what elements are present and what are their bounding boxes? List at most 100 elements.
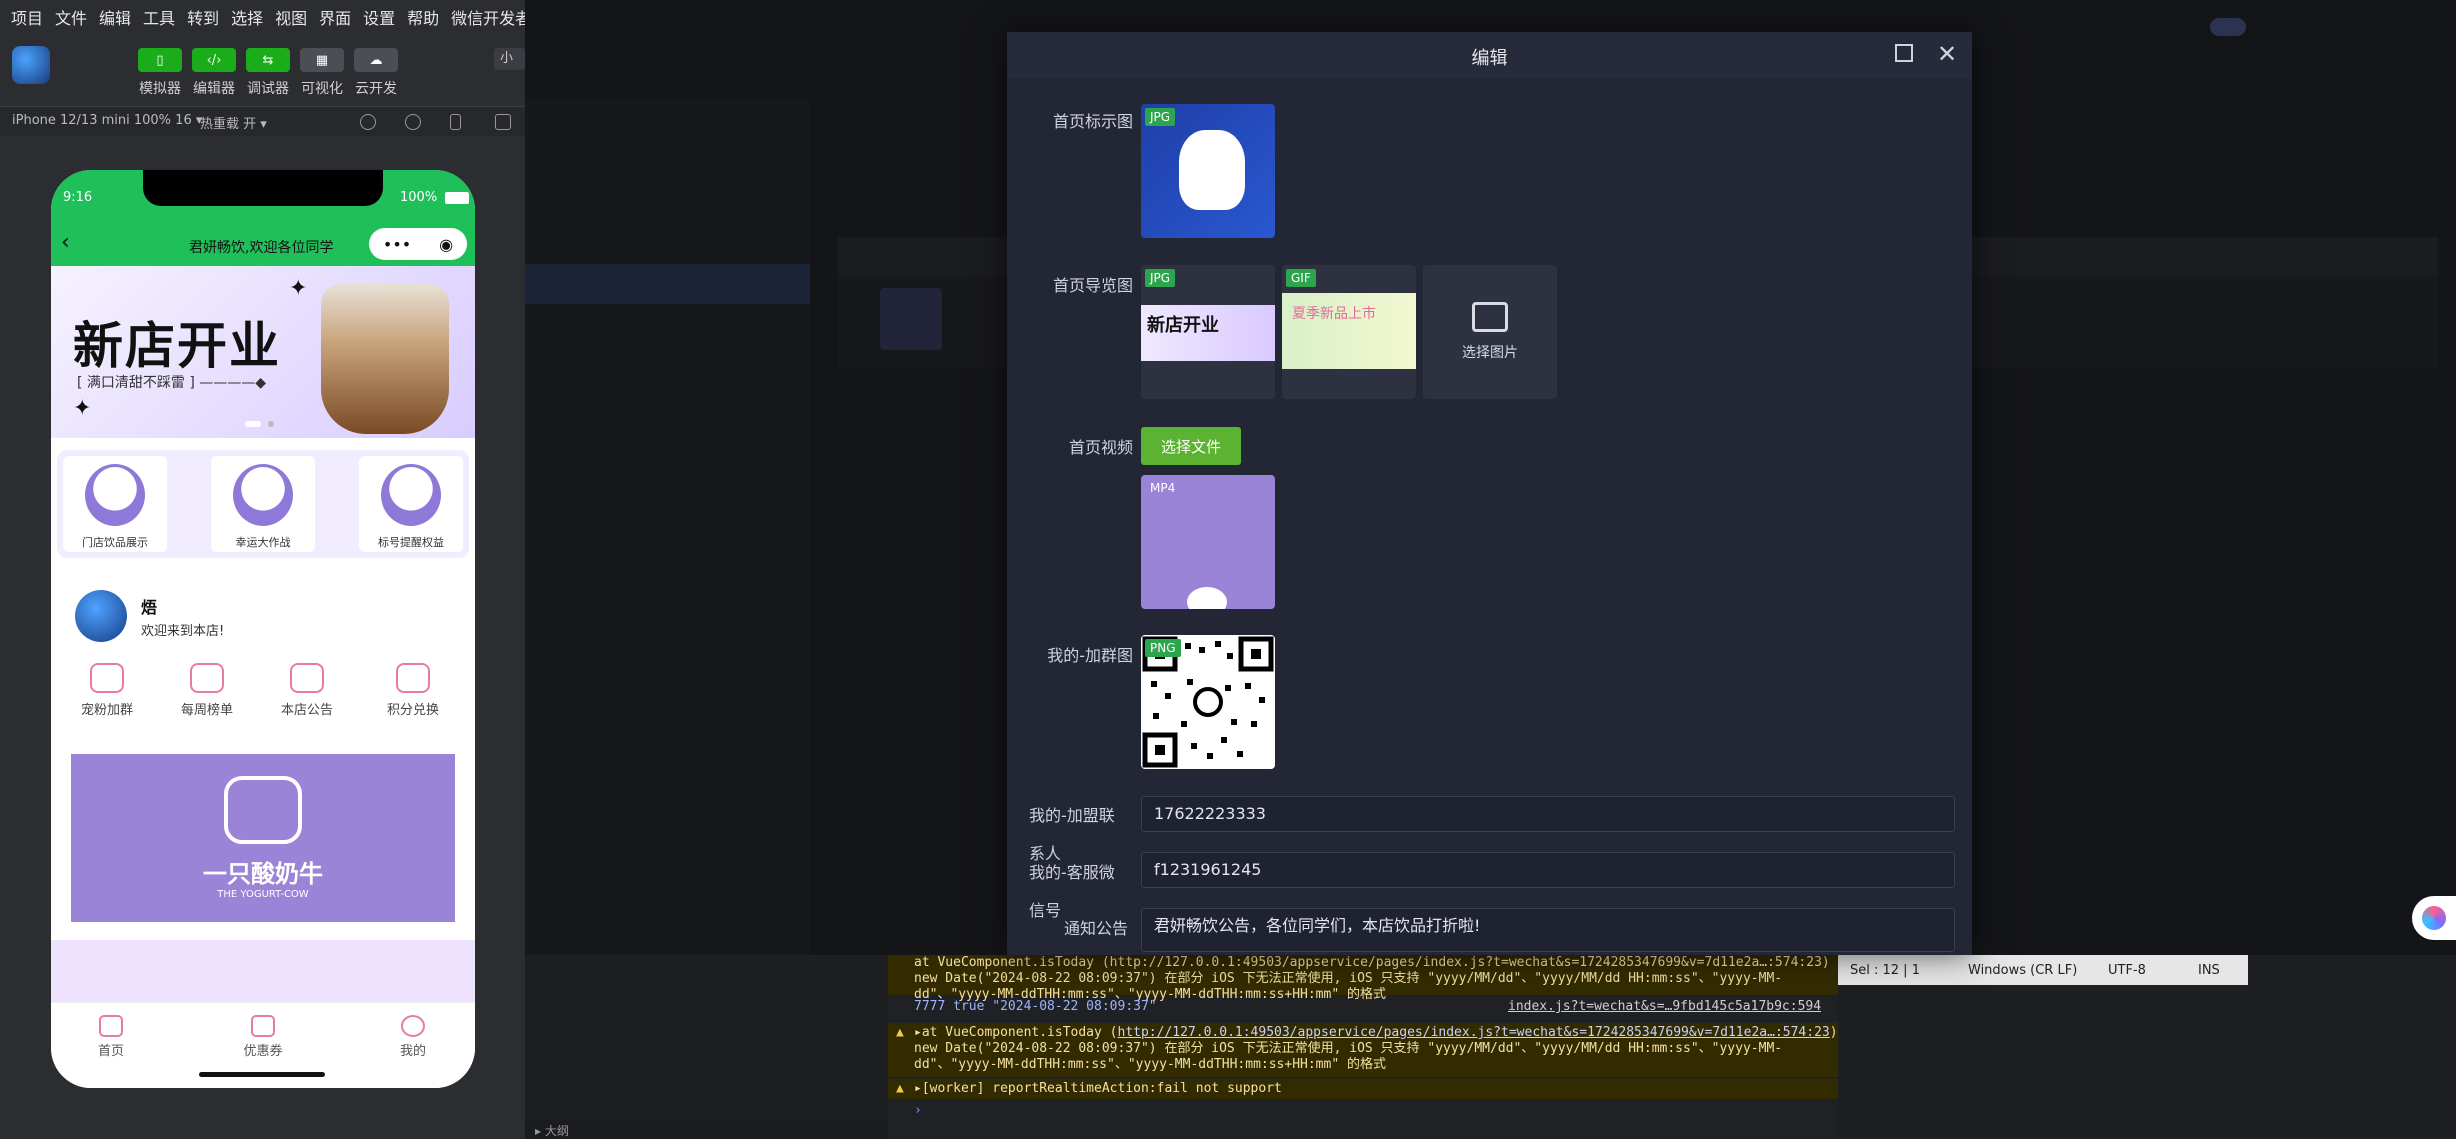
popout-icon[interactable] <box>495 114 511 130</box>
user-icon <box>401 1015 425 1037</box>
grid-item-ranking[interactable]: 每周榜单 <box>167 663 247 718</box>
notice-textarea[interactable]: 君妍畅饮公告，各位同学们，本店饮品打折啦! <box>1141 908 1955 952</box>
refresh-icon[interactable] <box>360 114 376 130</box>
back-icon[interactable]: ‹ <box>61 230 70 255</box>
choose-file-button[interactable]: 选择文件 <box>1141 427 1241 465</box>
field-label: 我的-加盟联 <box>1029 806 1115 825</box>
video-preview[interactable]: MP4 <box>1141 475 1275 609</box>
carousel-image[interactable]: 新店开业 JPG <box>1141 265 1275 399</box>
home-icon <box>99 1015 123 1037</box>
file-type-badge: GIF <box>1286 269 1316 287</box>
carousel-dots <box>245 421 274 427</box>
grid-item-points[interactable]: 积分兑换 <box>373 663 453 718</box>
line-ending[interactable]: Windows (CR LF) <box>1968 963 2077 978</box>
console-text: new Date("2024-08-22 08:09:37") 在部分 iOS … <box>914 971 1783 986</box>
menu-edit[interactable]: 编辑 <box>96 5 134 29</box>
menu-select[interactable]: 选择 <box>228 5 266 29</box>
insert-mode[interactable]: INS <box>2198 963 2220 978</box>
carousel-image[interactable]: 夏季新品上市 GIF <box>1282 265 1416 399</box>
admin-table-thumbnail <box>880 288 942 350</box>
battery-icon <box>445 192 469 204</box>
menu-tools[interactable]: 工具 <box>140 5 178 29</box>
tab-label: 我的 <box>399 1044 426 1059</box>
image-icon <box>1472 302 1508 332</box>
tab-mine[interactable]: 我的 <box>373 1015 453 1059</box>
menu-file[interactable]: 文件 <box>52 5 90 29</box>
capsule-menu[interactable]: ••• ◉ <box>369 228 467 260</box>
assistant-float-button[interactable] <box>2412 896 2456 940</box>
carousel-image-text: 夏季新品上市 <box>1282 293 1416 369</box>
menu-view[interactable]: 视图 <box>272 5 310 29</box>
outline-toggle[interactable]: ▸ 大纲 <box>535 1122 569 1139</box>
field-label: 首页导览图 <box>1052 276 1133 295</box>
console-text: dd"、"yyyy-MM-ddTHH:mm:ss"、"yyyy-MM-ddTHH… <box>914 1057 1386 1072</box>
user-add-icon <box>90 663 124 693</box>
console-source-link[interactable]: index.js?t=wechat&s=…9fbd145c5a17b9c:594 <box>1508 999 1821 1015</box>
cursor-position[interactable]: Sel : 12 | 1 <box>1850 963 1920 978</box>
cow-mascot-image <box>1179 130 1245 210</box>
more-icon[interactable]: ••• <box>383 235 411 254</box>
tab-home[interactable]: 首页 <box>71 1015 151 1059</box>
console-panel: at VueComponent.isToday (http://127.0.0.… <box>888 955 1838 1139</box>
service-wechat-input[interactable]: f1231961245 <box>1141 852 1955 888</box>
grid-item-notice[interactable]: 本店公告 <box>267 663 347 718</box>
hot-reload-select[interactable]: 热重载 开 ▾ <box>200 113 267 132</box>
visual-icon: ▦ <box>300 48 344 72</box>
grid-label: 积分兑换 <box>386 703 439 718</box>
cow-mascot-image <box>85 464 145 526</box>
record-icon[interactable] <box>405 114 421 130</box>
franchise-contact-input[interactable]: 17622223333 <box>1141 796 1955 832</box>
close-target-icon[interactable]: ◉ <box>439 235 453 254</box>
tab-coupon[interactable]: 优惠券 <box>223 1015 303 1059</box>
menu-interface[interactable]: 界面 <box>316 5 354 29</box>
choose-image-button[interactable]: 选择图片 <box>1423 265 1557 399</box>
edit-dialog: 编辑 ✕ 首页标示图 JPG 首页导览图 新店开业 JPG 夏季新品上市 GIF… <box>1007 32 1972 955</box>
user-name: 焐 <box>141 598 158 617</box>
brand-name-en: THE YOGURT-COW <box>217 889 309 900</box>
mini-program-button[interactable]: 小程 <box>494 48 525 70</box>
console-text: new Date("2024-08-22 08:09:37") 在部分 iOS … <box>914 1041 1783 1056</box>
feature-card[interactable]: 门店饮品展示 <box>63 456 167 552</box>
outline-panel: ▸ 大纲 <box>525 1120 888 1139</box>
logo-image[interactable]: JPG <box>1141 104 1275 238</box>
visual-button[interactable]: ▦ 可视化 <box>298 48 346 98</box>
qr-code-image[interactable]: PNG <box>1141 635 1275 769</box>
feature-cards: 门店饮品展示 幸运大作战 标号提醒权益 <box>57 450 469 558</box>
file-type-badge: PNG <box>1145 639 1181 657</box>
feature-card[interactable]: 幸运大作战 <box>211 456 315 552</box>
debugger-button[interactable]: ⇆ 调试器 <box>244 48 292 98</box>
field-label: 首页视频 <box>1068 438 1133 457</box>
device-select[interactable]: iPhone 12/13 mini 100% 16 ▾ <box>12 113 202 128</box>
brand-banner[interactable]: 一只酸奶牛 THE YOGURT-COW <box>71 754 455 922</box>
menu-bar: 项目 文件 编辑 工具 转到 选择 视图 界面 设置 帮助 微信开发者工具 <box>0 0 563 34</box>
cow-mascot-image <box>233 464 293 526</box>
phone-rotate-icon[interactable] <box>450 114 461 130</box>
sparkle-icon: ✦ <box>73 396 92 421</box>
cloud-button[interactable]: ☁ 云开发 <box>352 48 400 98</box>
close-icon[interactable]: ✕ <box>1937 40 1957 68</box>
console-warning: at VueComponent.isToday (http://127.0.0.… <box>888 955 1838 1002</box>
code-icon: ‹/› <box>192 48 236 72</box>
feature-card[interactable]: 标号提醒权益 <box>359 456 463 552</box>
fullscreen-icon[interactable] <box>1895 44 1913 62</box>
editor-button[interactable]: ‹/› 编辑器 <box>190 48 238 98</box>
grid-label: 每周榜单 <box>180 703 233 718</box>
grid-label: 本店公告 <box>280 703 333 718</box>
simulator-button[interactable]: ▯ 模拟器 <box>136 48 184 98</box>
field-label: 信号 <box>1029 901 1062 920</box>
assistant-icon <box>2422 906 2446 930</box>
console-input[interactable]: › <box>888 1103 1838 1119</box>
milk-tea-image <box>321 284 449 434</box>
grid-item-fans[interactable]: 宠粉加群 <box>67 663 147 718</box>
app-avatar[interactable] <box>12 46 50 84</box>
menu-project[interactable]: 项目 <box>8 5 46 29</box>
console-source-link[interactable]: http://127.0.0.1:49503/appservice/pages/… <box>1118 1025 1830 1040</box>
console-warning: ▲ ▸[worker] reportRealtimeAction:fail no… <box>888 1079 1838 1099</box>
menu-help[interactable]: 帮助 <box>404 5 442 29</box>
avatar[interactable] <box>75 590 127 642</box>
banner-carousel[interactable]: 新店开业 [ 满口清甜不踩雷 ] ————◆ ✦ ✦ <box>51 266 475 438</box>
menu-goto[interactable]: 转到 <box>184 5 222 29</box>
editor-label: 编辑器 <box>193 81 235 97</box>
menu-settings[interactable]: 设置 <box>360 5 398 29</box>
encoding[interactable]: UTF-8 <box>2108 963 2146 978</box>
